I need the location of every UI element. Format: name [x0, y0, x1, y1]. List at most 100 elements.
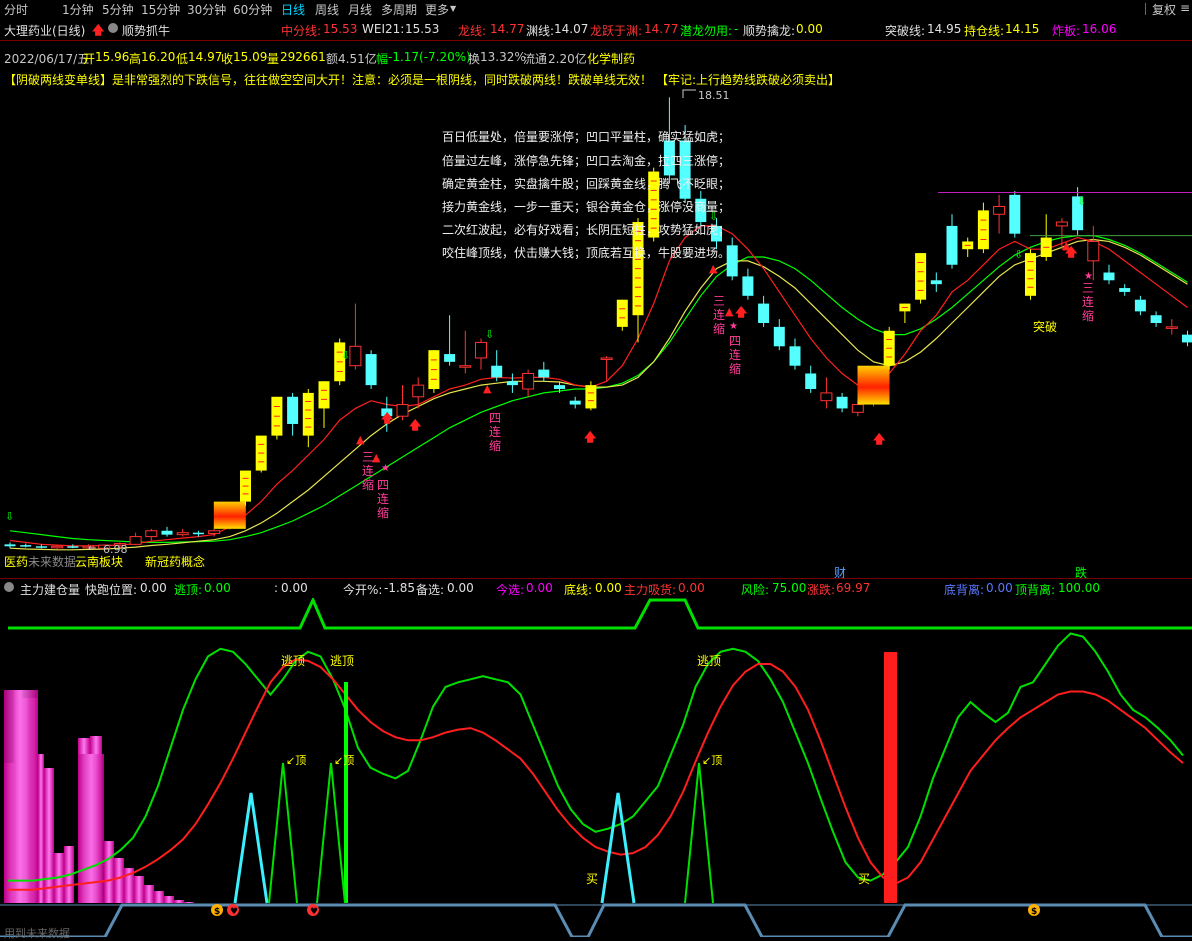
settings-dot-icon[interactable]	[108, 23, 118, 33]
absorb-label: 主力吸货:	[624, 581, 676, 598]
down-candle	[790, 346, 801, 365]
tab-monthly[interactable]: 月线	[348, 1, 372, 18]
chevron-down-icon[interactable]: ▼	[450, 4, 456, 13]
close-label: 收	[221, 50, 233, 67]
green-top-spike	[685, 763, 713, 903]
accumulation-volume-bar	[114, 858, 124, 903]
hidden-dragon-value: -	[734, 22, 738, 36]
down-candle	[570, 401, 581, 405]
title-divider	[0, 40, 1192, 41]
ma-green-line	[10, 236, 1188, 543]
money-bag-glyph: $	[1031, 907, 1037, 917]
down-arrow-signal-icon: ⇩	[1077, 195, 1086, 208]
abyss-line-label: 渊线:	[526, 22, 554, 39]
down-candle	[1104, 273, 1115, 281]
rise-fall-label: 涨跌:	[807, 581, 835, 598]
money-bag-glyph: ♥	[310, 907, 318, 917]
red-flag-icon: ▲	[725, 305, 734, 318]
down-candle	[507, 381, 518, 385]
escape-top-marker-2: 逃顶	[330, 652, 354, 669]
three-shrink-label-1: 三连缩	[362, 450, 374, 492]
money-bag-glyph: $	[214, 907, 220, 917]
down-candle	[805, 373, 816, 389]
indicator-name[interactable]: 主力建仓量	[20, 581, 80, 598]
turnover-label: 换	[468, 50, 480, 67]
float-label: 流通	[523, 50, 547, 67]
buy-signal-1: 买	[586, 870, 598, 887]
dragon-leap-value: 14.77	[644, 22, 678, 36]
sector-tag-yunnan[interactable]: 云南板块	[75, 553, 123, 570]
tab-multi-period[interactable]: 多周期	[381, 1, 417, 18]
moving-average-lines	[10, 226, 1188, 550]
ma-yellow-line	[10, 240, 1188, 550]
toolbar-divider	[1145, 3, 1146, 15]
poem-line-3: 确定黄金柱，实盘擒牛股；回踩黄金线，腾飞不眨眼；	[442, 175, 730, 192]
volume-value: 292661	[280, 50, 326, 64]
tab-1min[interactable]: 1分钟	[62, 1, 94, 18]
down-candle	[1151, 315, 1162, 323]
quote-date: 2022/06/17/五	[4, 50, 89, 67]
tab-5min[interactable]: 5分钟	[102, 1, 134, 18]
down-candle	[742, 276, 753, 295]
three-shrink-label-2: 三连缩	[713, 294, 725, 336]
bottom-divergence-label: 底背离:	[944, 581, 984, 598]
limit-up-candle	[319, 381, 330, 408]
today-pick-label: 今选:	[496, 581, 524, 598]
down-candle	[1009, 195, 1020, 234]
down-arrow-signal-icon: ⇩	[485, 328, 494, 341]
escape-band-line	[8, 600, 1192, 628]
up-arrow-signal-icon: 🡅	[409, 418, 422, 432]
abyss-line-value: 14.07	[554, 22, 588, 36]
float-value: 2.20亿	[548, 50, 587, 67]
tab-60min[interactable]: 60分钟	[233, 1, 272, 18]
tab-intraday[interactable]: 分时	[4, 1, 28, 18]
future-data-note: 用到未来数据	[4, 925, 70, 941]
four-shrink-label-1: 四连缩	[377, 478, 389, 520]
sector-name[interactable]: 化学制药	[587, 50, 635, 67]
four-shrink-label-2: 四连缩	[489, 411, 501, 453]
up-candle	[1166, 327, 1177, 329]
menu-icon[interactable]: ≡	[1180, 1, 1190, 15]
limit-up-candle	[617, 300, 628, 327]
sector-tag-medicine[interactable]: 医药	[4, 553, 28, 570]
accumulation-volume-bar	[184, 902, 194, 903]
turnover-value: 13.32%	[480, 50, 526, 64]
down-candle	[491, 366, 502, 378]
indicator-settings-icon[interactable]	[4, 582, 14, 592]
restore-rights-button[interactable]: 复权	[1152, 1, 1176, 18]
tab-30min[interactable]: 30分钟	[187, 1, 226, 18]
signal-red-bar	[884, 652, 897, 903]
top-divergence-value: 100.00	[1058, 581, 1100, 595]
up-candle	[994, 207, 1005, 215]
down-arrow-signal-icon: ⇩	[341, 349, 350, 362]
today-pick-value: 0.00	[526, 581, 553, 595]
accumulation-volume-bar	[4, 690, 38, 903]
hidden-dragon-label: 潜龙勿用:	[680, 22, 732, 39]
accumulation-volume-bar	[154, 891, 164, 903]
today-open-label: 今开%:	[343, 581, 382, 598]
mid-line-value: 15.53	[323, 22, 357, 36]
up-candle	[209, 531, 220, 534]
sector-tag-covid-drug[interactable]: 新冠药概念	[145, 553, 205, 570]
tab-more[interactable]: 更多	[425, 1, 449, 18]
sector-tag-future-data[interactable]: 未来数据	[28, 553, 76, 570]
down-candle	[1119, 288, 1130, 292]
accumulation-volume-bar	[134, 876, 144, 903]
bottom-divergence-value: 0.00	[986, 581, 1013, 595]
accumulation-volume-bar	[44, 768, 54, 903]
tab-daily[interactable]: 日线	[281, 1, 305, 18]
down-candle	[287, 397, 298, 424]
volume-label: 量	[267, 50, 279, 67]
tab-weekly[interactable]: 周线	[315, 1, 339, 18]
amount-value: 4.51亿	[338, 50, 377, 67]
quick-run-label: 快跑位置:	[85, 581, 137, 598]
limit-up-candle	[585, 385, 596, 408]
accumulation-volume-bar	[144, 885, 154, 903]
limit-up-candle	[915, 253, 926, 300]
down-candle	[20, 545, 31, 547]
risk-value: 75.00	[772, 581, 806, 595]
dragon-line-value: 14.77	[490, 22, 524, 36]
tab-15min[interactable]: 15分钟	[141, 1, 180, 18]
oscillator-red-line	[8, 659, 1183, 889]
cyan-buy-spike	[235, 793, 267, 903]
